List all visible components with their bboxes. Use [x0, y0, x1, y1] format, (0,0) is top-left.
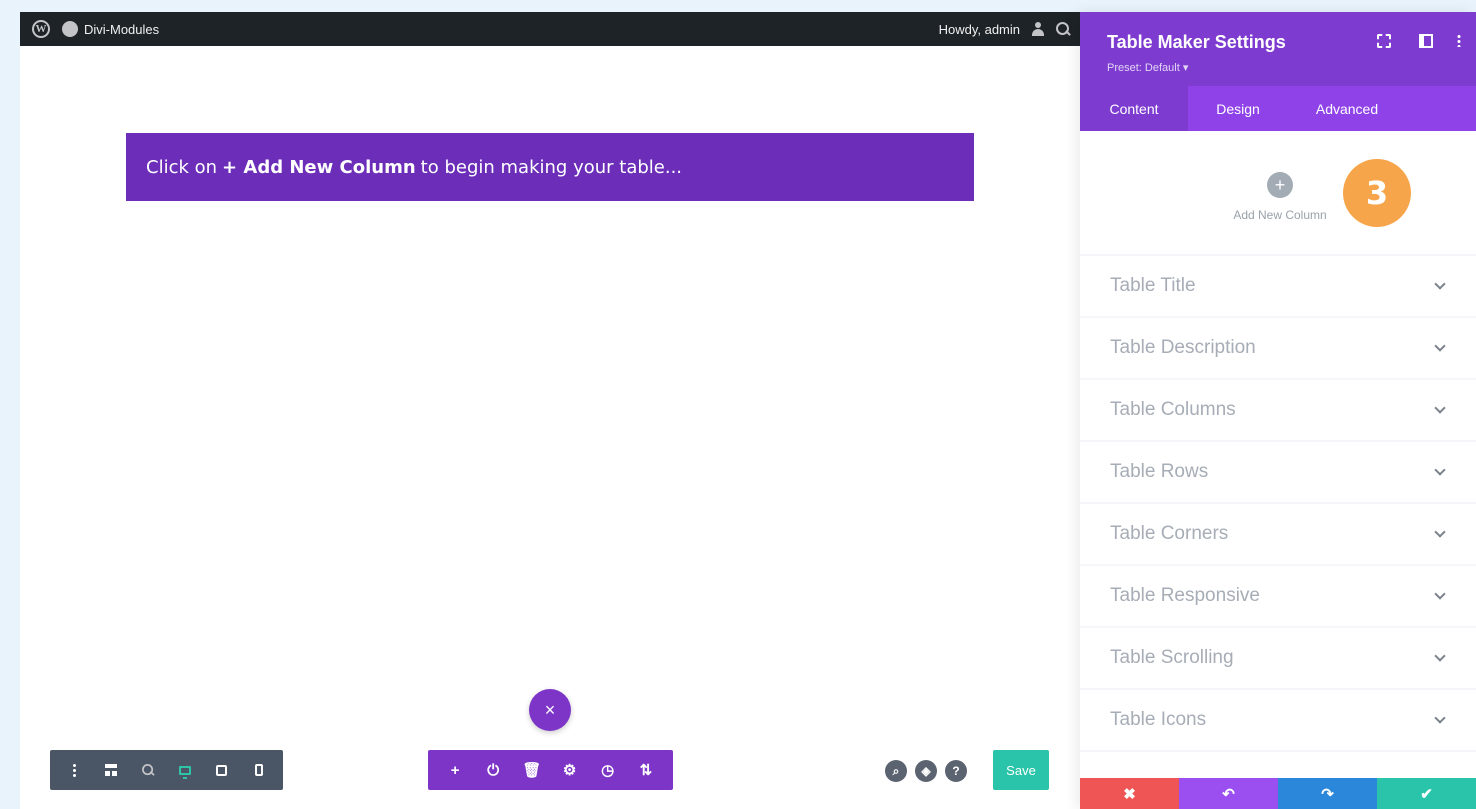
history-icon[interactable]: ◷ [599, 761, 617, 779]
chevron-down-icon [1434, 526, 1446, 538]
layers-icon[interactable]: ◈ [915, 760, 937, 782]
toggle-table-columns[interactable]: Table Columns [1080, 380, 1476, 440]
toggle-label: Table Rows [1110, 461, 1209, 482]
site-name-label: Divi-Modules [84, 21, 160, 37]
toggle-label: Table Title [1110, 275, 1196, 296]
view-mode-toolbar [50, 750, 283, 790]
search-icon[interactable] [1056, 22, 1070, 36]
toggle-label: Table Icons [1110, 709, 1207, 730]
tablet-icon[interactable] [213, 761, 231, 779]
search-round-icon[interactable]: ⌕ [885, 760, 907, 782]
notice-suffix: to begin making your table... [420, 156, 683, 178]
add-column-area: + Add New Column 3 [1080, 131, 1476, 254]
confirm-button[interactable]: ✔ [1377, 778, 1476, 809]
panel-footer: ✖ ↶ ↷ ✔ [1080, 778, 1476, 809]
zoom-icon[interactable] [139, 761, 157, 779]
settings-panel: Table Maker Settings Preset: Default ▾ C… [1080, 12, 1476, 809]
chevron-down-icon [1434, 650, 1446, 662]
settings-toggles: Table Title Table Description Table Colu… [1080, 254, 1476, 752]
chevron-down-icon [1434, 464, 1446, 476]
page-actions-toolbar: + ⏻ 🗑 ⚙ ◷ ⇅ [428, 750, 673, 790]
redo-button[interactable]: ↷ [1278, 778, 1377, 809]
admin-bar: W Divi-Modules Howdy, admin [20, 12, 1080, 46]
split-view-icon[interactable] [1419, 34, 1433, 48]
power-icon[interactable]: ⏻ [484, 762, 502, 779]
empty-table-notice: Click on + Add New Column to begin makin… [126, 133, 974, 201]
add-icon[interactable]: + [446, 762, 464, 779]
toggle-label: Table Corners [1110, 523, 1229, 544]
chevron-down-icon [1434, 402, 1446, 414]
toggle-label: Table Scrolling [1110, 647, 1234, 668]
wordpress-logo-icon[interactable]: W [32, 20, 50, 38]
toggle-table-icons[interactable]: Table Icons [1080, 690, 1476, 750]
panel-tabs: Content Design Advanced [1080, 86, 1476, 131]
wireframe-icon[interactable] [102, 761, 120, 779]
tab-advanced[interactable]: Advanced [1288, 86, 1406, 131]
chevron-down-icon [1434, 340, 1446, 352]
greeting-text[interactable]: Howdy, admin [939, 22, 1020, 37]
toggle-table-responsive[interactable]: Table Responsive [1080, 566, 1476, 626]
toggle-table-corners[interactable]: Table Corners [1080, 504, 1476, 564]
save-button[interactable]: Save [993, 750, 1049, 790]
toggle-table-description[interactable]: Table Description [1080, 318, 1476, 378]
user-icon[interactable] [1030, 22, 1046, 36]
preset-dropdown[interactable]: Preset: Default ▾ [1107, 61, 1188, 74]
discard-button[interactable]: ✖ [1080, 778, 1179, 809]
toggle-label: Table Description [1110, 337, 1256, 358]
builder-frame: W Divi-Modules Howdy, admin Click on + A… [20, 12, 1080, 809]
site-name-link[interactable]: Divi-Modules [62, 21, 159, 37]
sort-icon[interactable]: ⇅ [637, 761, 655, 779]
step-number-badge: 3 [1343, 159, 1411, 227]
toggle-table-scrolling[interactable]: Table Scrolling [1080, 628, 1476, 688]
toggle-label: Table Responsive [1110, 585, 1260, 606]
help-icon[interactable]: ? [945, 760, 967, 782]
help-buttons: ⌕ ◈ ? [885, 760, 967, 782]
tab-design[interactable]: Design [1188, 86, 1288, 131]
toggle-table-title[interactable]: Table Title [1080, 256, 1476, 316]
toggle-table-rows[interactable]: Table Rows [1080, 442, 1476, 502]
panel-header: Table Maker Settings Preset: Default ▾ [1080, 12, 1476, 86]
menu-dots-icon[interactable] [65, 761, 83, 779]
chevron-down-icon [1434, 712, 1446, 724]
more-options-icon[interactable] [1457, 34, 1461, 47]
tab-content[interactable]: Content [1080, 86, 1188, 131]
fullscreen-icon[interactable] [1377, 34, 1391, 48]
notice-prefix: Click on [146, 156, 218, 178]
chevron-down-icon [1434, 278, 1446, 290]
notice-highlight: + Add New Column [222, 156, 416, 178]
undo-button[interactable]: ↶ [1179, 778, 1278, 809]
chevron-down-icon [1434, 588, 1446, 600]
panel-title: Table Maker Settings [1107, 32, 1286, 52]
trash-icon[interactable]: 🗑 [522, 761, 541, 779]
phone-icon[interactable] [250, 761, 268, 779]
add-column-label[interactable]: Add New Column [1080, 208, 1476, 222]
desktop-icon[interactable] [176, 761, 194, 779]
gear-icon[interactable]: ⚙ [561, 761, 579, 779]
dashboard-icon [62, 21, 78, 37]
close-module-button[interactable]: × [529, 689, 571, 731]
toggle-label: Table Columns [1110, 399, 1236, 420]
add-column-plus-icon[interactable]: + [1267, 172, 1293, 198]
